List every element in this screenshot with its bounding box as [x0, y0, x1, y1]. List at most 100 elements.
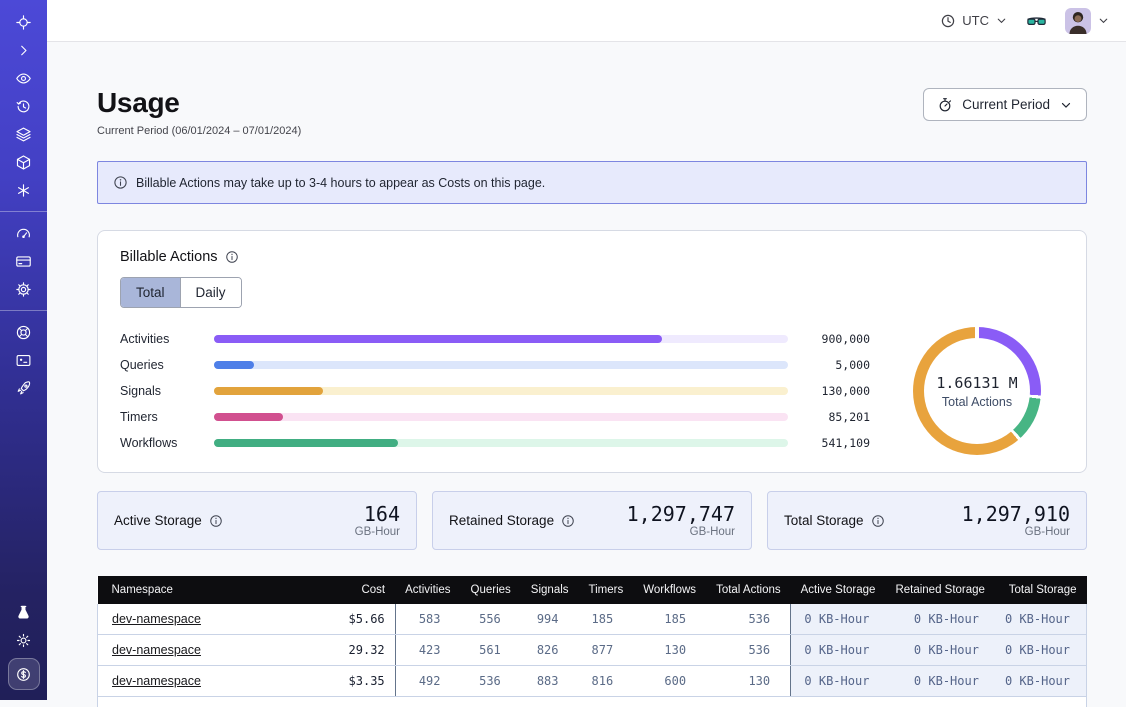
sidebar-item-schedules[interactable] — [9, 94, 39, 118]
donut-total-value: 1.66131 M — [936, 374, 1017, 392]
column-header: Activities — [395, 576, 460, 604]
bar-fill — [214, 361, 254, 369]
period-selector-button[interactable]: Current Period — [923, 88, 1087, 121]
bar-fill — [214, 387, 323, 395]
temporal-logo-button[interactable] — [9, 10, 39, 34]
storage-card-unit: GB-Hour — [355, 526, 400, 538]
bar-value: 5,000 — [798, 358, 870, 372]
user-menu[interactable] — [1065, 8, 1110, 34]
sidebar-item-billing[interactable] — [9, 249, 39, 273]
theme-toggle-button[interactable] — [9, 628, 39, 652]
timezone-selector[interactable]: UTC — [940, 13, 1008, 29]
column-header: Queries — [461, 576, 521, 604]
tab-daily[interactable]: Daily — [180, 278, 241, 307]
main-area: UTC Usage Current Period (06/01/2024 – 0… — [47, 0, 1126, 700]
storage-summary-row: Active Storage 164 GB-Hour Retained Stor… — [97, 491, 1087, 550]
sidebar-item-namespaces[interactable] — [9, 66, 39, 90]
storage-card-unit: GB-Hour — [627, 526, 735, 538]
sidebar-item-support[interactable] — [9, 320, 39, 344]
bar-row-signals: Signals130,000 — [120, 378, 870, 404]
dollar-coin-icon — [15, 666, 32, 683]
bar-label: Activities — [120, 332, 204, 346]
namespace-link[interactable]: dev-namespace — [112, 612, 201, 626]
feedback-glasses-button[interactable] — [1026, 13, 1047, 29]
eye-icon — [15, 70, 32, 87]
bar-value: 85,201 — [798, 410, 870, 424]
sidebar-item-getting-started[interactable] — [9, 376, 39, 400]
bar-track — [214, 413, 788, 421]
active-storage-cell: 0 KB-Hour — [791, 604, 886, 635]
column-header: Cost — [335, 576, 395, 604]
sidebar-item-pricing-active[interactable] — [8, 658, 40, 690]
column-header: Signals — [521, 576, 579, 604]
billable-view-tabs: TotalDaily — [120, 277, 242, 308]
sidebar-item-settings[interactable] — [9, 277, 39, 301]
gear-icon — [15, 281, 32, 298]
tab-total[interactable]: Total — [121, 278, 180, 307]
bar-label: Queries — [120, 358, 204, 372]
queries-cell: 561 — [461, 635, 521, 666]
active-storage-cell: 0 KB-Hour — [791, 635, 886, 666]
retained-storage-cell: 0 KB-Hour — [885, 666, 995, 697]
cost-cell: 29.32 — [335, 635, 395, 666]
credit-card-icon — [15, 253, 32, 270]
bar-row-queries: Queries 5,000 — [120, 352, 870, 378]
info-icon[interactable] — [871, 514, 885, 528]
bar-label: Signals — [120, 384, 204, 398]
stopwatch-icon — [937, 97, 953, 113]
storage-card-label: Active Storage — [114, 513, 202, 528]
total-actions-cell: 130 — [706, 666, 791, 697]
bar-label: Timers — [120, 410, 204, 424]
sidebar-item-workflows[interactable] — [9, 150, 39, 174]
timers-cell: 185 — [579, 604, 634, 635]
bar-row-workflows: Workflows541,109 — [120, 430, 870, 456]
sidebar-item-nexus[interactable] — [9, 178, 39, 202]
info-banner: Billable Actions may take up to 3-4 hour… — [97, 161, 1087, 204]
bar-fill — [214, 439, 398, 447]
sidebar-item-cli[interactable] — [9, 348, 39, 372]
sidebar-item-usage[interactable] — [9, 221, 39, 245]
table-row-partial — [98, 697, 1087, 707]
total-storage-cell: 0 KB-Hour — [995, 666, 1087, 697]
table-row: dev-namespace29.324235618268771305360 KB… — [98, 635, 1087, 666]
bar-value: 900,000 — [798, 332, 870, 346]
billable-actions-card: Billable Actions TotalDaily Activities 90… — [97, 230, 1087, 473]
namespace-cell: dev-namespace — [98, 666, 336, 697]
timers-cell: 877 — [579, 635, 634, 666]
flask-icon — [15, 604, 32, 621]
bar-track — [214, 439, 788, 447]
sidebar-collapse-button[interactable] — [9, 38, 39, 62]
info-icon — [113, 175, 128, 190]
timers-cell: 816 — [579, 666, 634, 697]
chevron-down-icon — [995, 14, 1008, 27]
info-icon[interactable] — [209, 514, 223, 528]
storage-card-value: 164 — [355, 503, 400, 525]
timezone-label: UTC — [962, 13, 989, 28]
total-actions-cell: 536 — [706, 604, 791, 635]
bar-track — [214, 361, 788, 369]
namespace-link[interactable]: dev-namespace — [112, 674, 201, 688]
period-selector-label: Current Period — [962, 97, 1050, 112]
table-header-row: NamespaceCostActivitiesQueriesSignalsTim… — [98, 576, 1087, 604]
column-header: Timers — [579, 576, 634, 604]
sidebar — [0, 0, 47, 700]
sidebar-item-deployments[interactable] — [9, 122, 39, 146]
retained-storage-cell: 0 KB-Hour — [885, 635, 995, 666]
retained-storage-card: Retained Storage 1,297,747 GB-Hour — [432, 491, 752, 550]
info-icon[interactable] — [225, 250, 239, 264]
sidebar-item-labs[interactable] — [9, 600, 39, 624]
column-header: Workflows — [633, 576, 706, 604]
donut-total-label: Total Actions — [942, 395, 1012, 409]
column-header: Active Storage — [791, 576, 886, 604]
namespace-cell: dev-namespace — [98, 635, 336, 666]
layers-icon — [15, 126, 32, 143]
signals-cell: 883 — [521, 666, 579, 697]
total-storage-cell: 0 KB-Hour — [995, 635, 1087, 666]
storage-card-unit: GB-Hour — [962, 526, 1070, 538]
namespace-link[interactable]: dev-namespace — [112, 643, 201, 657]
sidebar-bottom-group — [8, 598, 40, 690]
workflows-cell: 185 — [633, 604, 706, 635]
donut-ring: 1.66131 M Total Actions — [913, 327, 1041, 455]
billable-actions-title: Billable Actions — [120, 249, 218, 265]
info-icon[interactable] — [561, 514, 575, 528]
